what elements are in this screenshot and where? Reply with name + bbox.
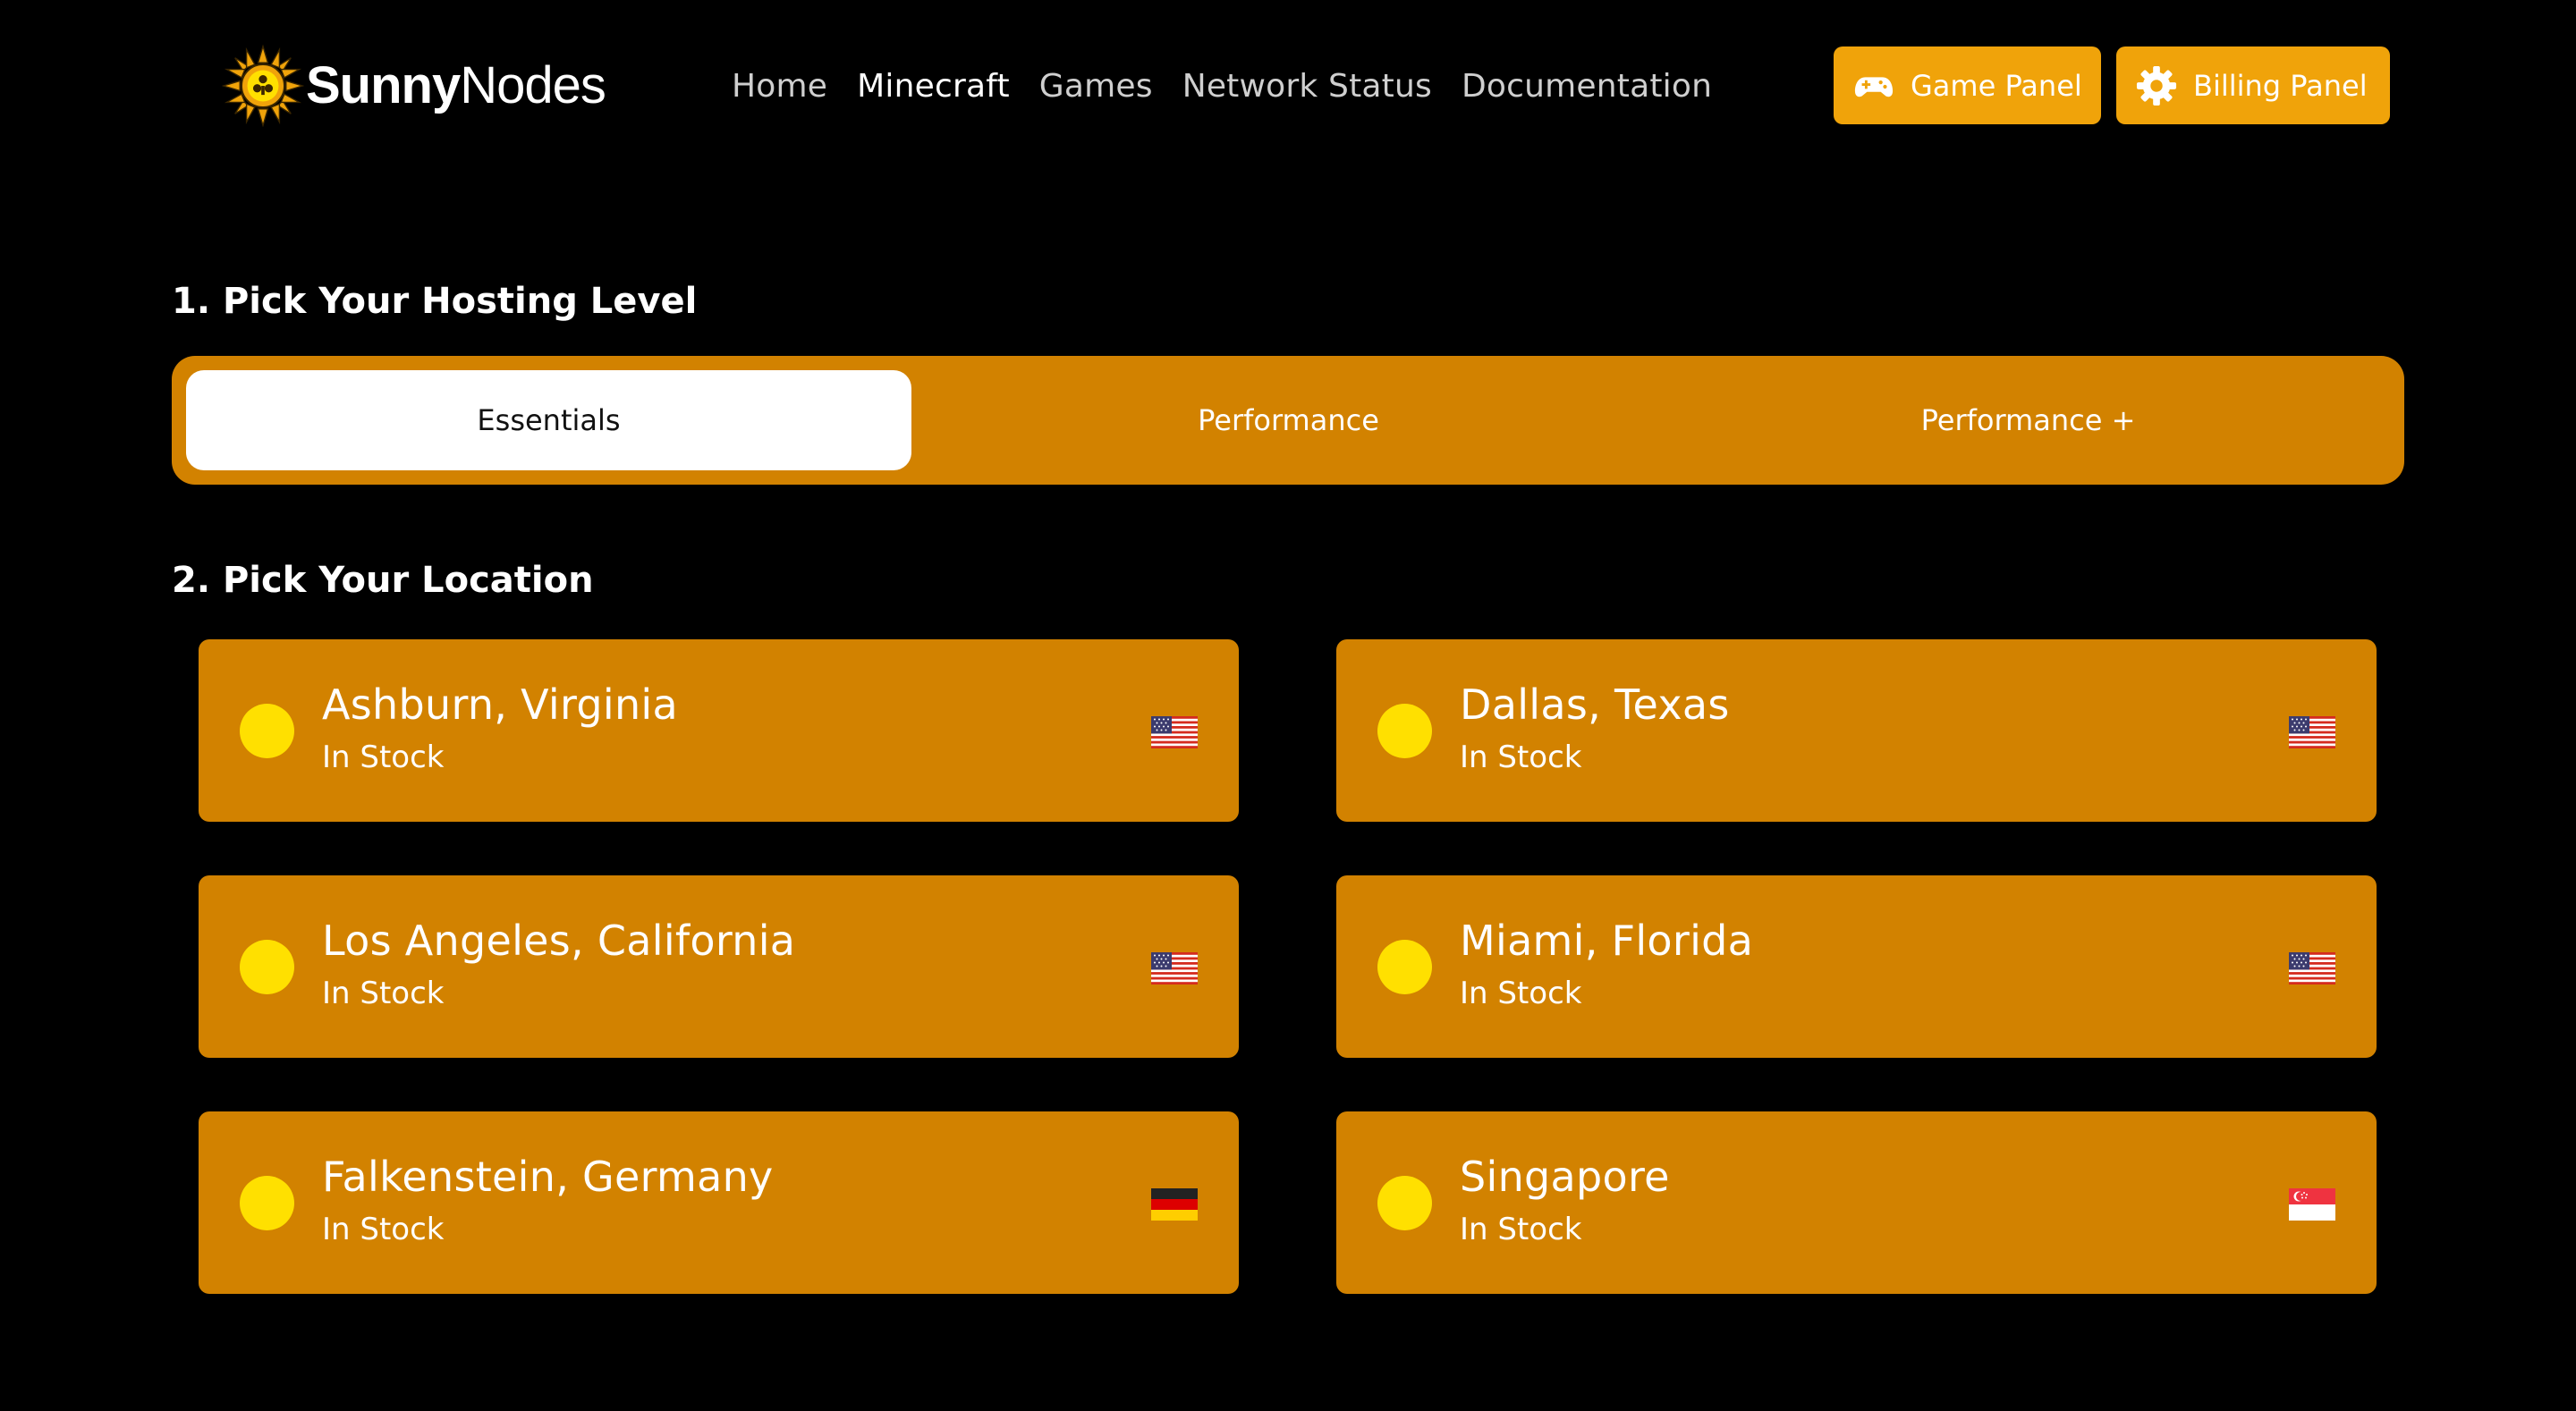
location-card-ashburn[interactable]: Ashburn, Virginia In Stock [199, 639, 1239, 822]
billing-panel-button[interactable]: Billing Panel [2116, 46, 2390, 124]
tier-essentials[interactable]: Essentials [186, 370, 911, 470]
billing-panel-label: Billing Panel [2193, 68, 2368, 103]
location-card-singapore[interactable]: Singapore In Stock [1336, 1111, 2377, 1294]
brand-name: SunnyNodes [306, 60, 606, 112]
location-radio[interactable] [1377, 940, 1432, 994]
main-nav: Home Minecraft Games Network Status Docu… [732, 61, 1741, 111]
location-name: Singapore [1460, 1153, 1670, 1201]
nav-games[interactable]: Games [1039, 68, 1153, 105]
location-stock-status: In Stock [1460, 976, 1582, 1011]
location-radio[interactable] [1377, 704, 1432, 758]
site-header: SunnyNodes Home Minecraft Games Network … [0, 0, 2576, 170]
nav-home[interactable]: Home [732, 68, 827, 105]
brand-logo[interactable]: SunnyNodes [222, 43, 606, 129]
location-stock-status: In Stock [1460, 739, 1582, 775]
us-flag-icon [1151, 716, 1198, 748]
sun-logo-icon [222, 45, 304, 127]
nav-minecraft[interactable]: Minecraft [857, 68, 1010, 105]
germany-flag-icon [1151, 1188, 1198, 1221]
nav-documentation[interactable]: Documentation [1462, 68, 1712, 105]
game-panel-button[interactable]: Game Panel [1834, 46, 2101, 124]
tier-performance[interactable]: Performance [926, 370, 1651, 470]
location-radio[interactable] [240, 940, 294, 994]
location-name: Ashburn, Virginia [322, 680, 678, 729]
gear-icon [2136, 65, 2177, 106]
location-radio[interactable] [240, 1176, 294, 1230]
us-flag-icon [2289, 716, 2335, 748]
nav-network-status[interactable]: Network Status [1182, 68, 1432, 105]
brand-name-bold: Sunny [306, 56, 461, 114]
game-panel-label: Game Panel [1911, 68, 2082, 103]
location-title: 2. Pick Your Location [172, 560, 594, 601]
us-flag-icon [2289, 952, 2335, 984]
gamepad-icon [1854, 76, 1894, 97]
location-name: Falkenstein, Germany [322, 1153, 774, 1201]
location-card-dallas[interactable]: Dallas, Texas In Stock [1336, 639, 2377, 822]
brand-name-light: Nodes [460, 56, 606, 114]
us-flag-icon [1151, 952, 1198, 984]
location-stock-status: In Stock [322, 739, 445, 775]
location-card-falkenstein[interactable]: Falkenstein, Germany In Stock [199, 1111, 1239, 1294]
tier-performance-plus[interactable]: Performance + [1665, 370, 2391, 470]
location-stock-status: In Stock [322, 1212, 445, 1247]
location-card-los-angeles[interactable]: Los Angeles, California In Stock [199, 875, 1239, 1058]
location-stock-status: In Stock [1460, 1212, 1582, 1247]
location-radio[interactable] [240, 704, 294, 758]
location-stock-status: In Stock [322, 976, 445, 1011]
singapore-flag-icon [2289, 1188, 2335, 1221]
location-name: Dallas, Texas [1460, 680, 1730, 729]
page: SunnyNodes Home Minecraft Games Network … [0, 0, 2576, 1411]
hosting-level-selector: Essentials Performance Performance + [172, 356, 2404, 485]
location-name: Los Angeles, California [322, 917, 796, 965]
hosting-level-title: 1. Pick Your Hosting Level [172, 281, 698, 322]
location-radio[interactable] [1377, 1176, 1432, 1230]
location-name: Miami, Florida [1460, 917, 1754, 965]
location-card-miami[interactable]: Miami, Florida In Stock [1336, 875, 2377, 1058]
